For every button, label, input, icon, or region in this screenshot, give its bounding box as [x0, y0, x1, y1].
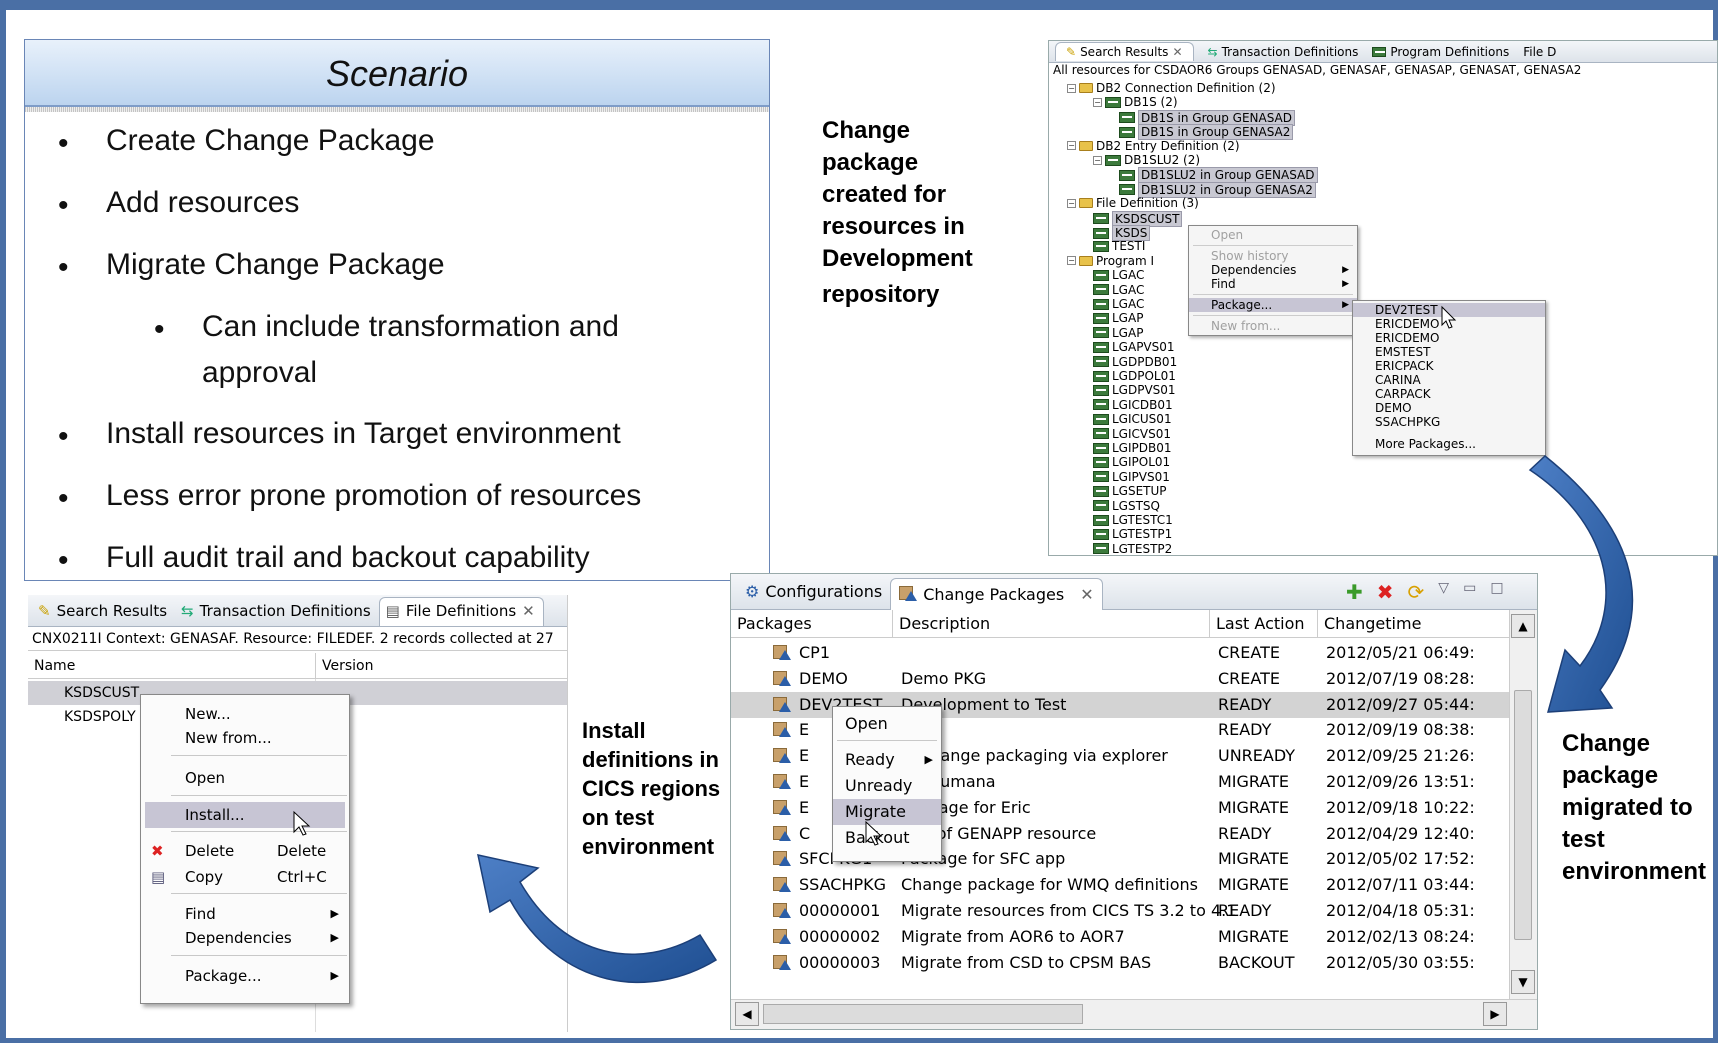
mouse-cursor — [293, 810, 311, 836]
flow-arrows — [293, 305, 1634, 984]
mouse-cursor — [865, 820, 883, 846]
arrow-right-curve — [1528, 455, 1634, 713]
arrow-left-curve — [477, 854, 718, 984]
mouse-cursor — [1441, 305, 1457, 329]
